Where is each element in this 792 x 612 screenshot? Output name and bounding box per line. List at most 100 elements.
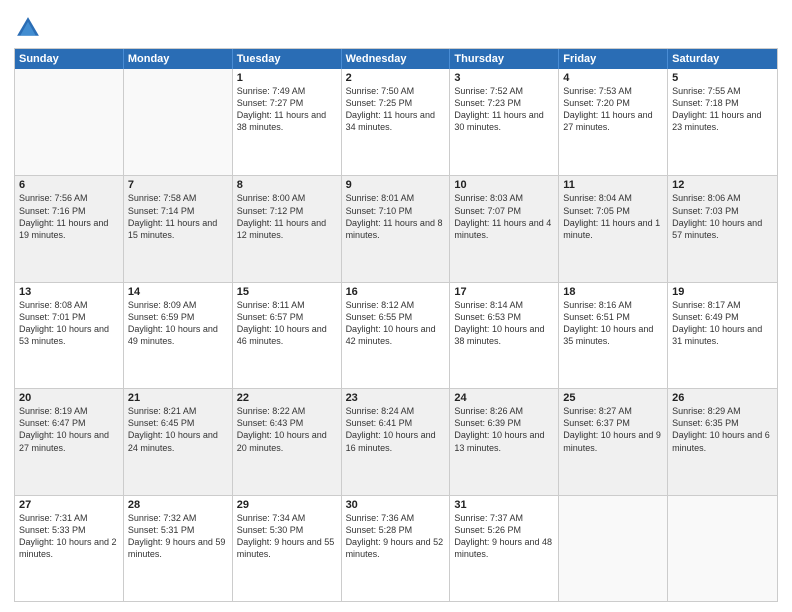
day-number: 24 bbox=[454, 392, 554, 404]
calendar-cell: 17Sunrise: 8:14 AM Sunset: 6:53 PM Dayli… bbox=[450, 283, 559, 388]
calendar-row: 13Sunrise: 8:08 AM Sunset: 7:01 PM Dayli… bbox=[15, 282, 777, 388]
cell-info: Sunrise: 8:09 AM Sunset: 6:59 PM Dayligh… bbox=[128, 299, 228, 348]
calendar-cell: 6Sunrise: 7:56 AM Sunset: 7:16 PM Daylig… bbox=[15, 176, 124, 281]
day-number: 26 bbox=[672, 392, 773, 404]
cell-info: Sunrise: 8:01 AM Sunset: 7:10 PM Dayligh… bbox=[346, 192, 446, 241]
day-number: 29 bbox=[237, 499, 337, 511]
calendar-cell: 23Sunrise: 8:24 AM Sunset: 6:41 PM Dayli… bbox=[342, 389, 451, 494]
day-number: 9 bbox=[346, 179, 446, 191]
calendar-cell: 14Sunrise: 8:09 AM Sunset: 6:59 PM Dayli… bbox=[124, 283, 233, 388]
day-number: 19 bbox=[672, 286, 773, 298]
calendar-cell: 16Sunrise: 8:12 AM Sunset: 6:55 PM Dayli… bbox=[342, 283, 451, 388]
logo-icon bbox=[14, 14, 42, 42]
calendar-cell: 21Sunrise: 8:21 AM Sunset: 6:45 PM Dayli… bbox=[124, 389, 233, 494]
cell-info: Sunrise: 8:08 AM Sunset: 7:01 PM Dayligh… bbox=[19, 299, 119, 348]
cell-info: Sunrise: 8:11 AM Sunset: 6:57 PM Dayligh… bbox=[237, 299, 337, 348]
day-number: 10 bbox=[454, 179, 554, 191]
calendar-cell: 7Sunrise: 7:58 AM Sunset: 7:14 PM Daylig… bbox=[124, 176, 233, 281]
cell-info: Sunrise: 8:17 AM Sunset: 6:49 PM Dayligh… bbox=[672, 299, 773, 348]
calendar-row: 20Sunrise: 8:19 AM Sunset: 6:47 PM Dayli… bbox=[15, 388, 777, 494]
cell-info: Sunrise: 8:29 AM Sunset: 6:35 PM Dayligh… bbox=[672, 405, 773, 454]
calendar-cell: 11Sunrise: 8:04 AM Sunset: 7:05 PM Dayli… bbox=[559, 176, 668, 281]
calendar-cell: 27Sunrise: 7:31 AM Sunset: 5:33 PM Dayli… bbox=[15, 496, 124, 601]
calendar-cell: 10Sunrise: 8:03 AM Sunset: 7:07 PM Dayli… bbox=[450, 176, 559, 281]
day-number: 7 bbox=[128, 179, 228, 191]
day-number: 23 bbox=[346, 392, 446, 404]
cell-info: Sunrise: 7:50 AM Sunset: 7:25 PM Dayligh… bbox=[346, 85, 446, 134]
calendar-cell: 22Sunrise: 8:22 AM Sunset: 6:43 PM Dayli… bbox=[233, 389, 342, 494]
calendar-row: 27Sunrise: 7:31 AM Sunset: 5:33 PM Dayli… bbox=[15, 495, 777, 601]
calendar-cell: 31Sunrise: 7:37 AM Sunset: 5:26 PM Dayli… bbox=[450, 496, 559, 601]
day-number: 18 bbox=[563, 286, 663, 298]
cell-info: Sunrise: 8:26 AM Sunset: 6:39 PM Dayligh… bbox=[454, 405, 554, 454]
calendar-cell: 15Sunrise: 8:11 AM Sunset: 6:57 PM Dayli… bbox=[233, 283, 342, 388]
day-number: 12 bbox=[672, 179, 773, 191]
day-number: 8 bbox=[237, 179, 337, 191]
logo bbox=[14, 14, 46, 42]
weekday-header: Friday bbox=[559, 49, 668, 69]
calendar-cell: 18Sunrise: 8:16 AM Sunset: 6:51 PM Dayli… bbox=[559, 283, 668, 388]
day-number: 28 bbox=[128, 499, 228, 511]
cell-info: Sunrise: 7:34 AM Sunset: 5:30 PM Dayligh… bbox=[237, 512, 337, 561]
calendar-cell: 12Sunrise: 8:06 AM Sunset: 7:03 PM Dayli… bbox=[668, 176, 777, 281]
calendar-page: SundayMondayTuesdayWednesdayThursdayFrid… bbox=[0, 0, 792, 612]
calendar-body: 1Sunrise: 7:49 AM Sunset: 7:27 PM Daylig… bbox=[15, 69, 777, 601]
calendar-cell bbox=[668, 496, 777, 601]
day-number: 20 bbox=[19, 392, 119, 404]
cell-info: Sunrise: 8:00 AM Sunset: 7:12 PM Dayligh… bbox=[237, 192, 337, 241]
cell-info: Sunrise: 8:16 AM Sunset: 6:51 PM Dayligh… bbox=[563, 299, 663, 348]
calendar-cell: 28Sunrise: 7:32 AM Sunset: 5:31 PM Dayli… bbox=[124, 496, 233, 601]
weekday-header: Monday bbox=[124, 49, 233, 69]
calendar-cell bbox=[15, 69, 124, 175]
cell-info: Sunrise: 7:55 AM Sunset: 7:18 PM Dayligh… bbox=[672, 85, 773, 134]
calendar-cell: 3Sunrise: 7:52 AM Sunset: 7:23 PM Daylig… bbox=[450, 69, 559, 175]
cell-info: Sunrise: 7:56 AM Sunset: 7:16 PM Dayligh… bbox=[19, 192, 119, 241]
calendar-cell: 4Sunrise: 7:53 AM Sunset: 7:20 PM Daylig… bbox=[559, 69, 668, 175]
calendar-row: 1Sunrise: 7:49 AM Sunset: 7:27 PM Daylig… bbox=[15, 69, 777, 175]
weekday-header: Wednesday bbox=[342, 49, 451, 69]
cell-info: Sunrise: 7:49 AM Sunset: 7:27 PM Dayligh… bbox=[237, 85, 337, 134]
day-number: 31 bbox=[454, 499, 554, 511]
calendar-cell: 30Sunrise: 7:36 AM Sunset: 5:28 PM Dayli… bbox=[342, 496, 451, 601]
weekday-header: Tuesday bbox=[233, 49, 342, 69]
day-number: 5 bbox=[672, 72, 773, 84]
cell-info: Sunrise: 8:03 AM Sunset: 7:07 PM Dayligh… bbox=[454, 192, 554, 241]
day-number: 25 bbox=[563, 392, 663, 404]
calendar: SundayMondayTuesdayWednesdayThursdayFrid… bbox=[14, 48, 778, 602]
calendar-cell bbox=[124, 69, 233, 175]
day-number: 13 bbox=[19, 286, 119, 298]
cell-info: Sunrise: 8:21 AM Sunset: 6:45 PM Dayligh… bbox=[128, 405, 228, 454]
cell-info: Sunrise: 7:37 AM Sunset: 5:26 PM Dayligh… bbox=[454, 512, 554, 561]
calendar-cell: 5Sunrise: 7:55 AM Sunset: 7:18 PM Daylig… bbox=[668, 69, 777, 175]
calendar-cell: 9Sunrise: 8:01 AM Sunset: 7:10 PM Daylig… bbox=[342, 176, 451, 281]
day-number: 1 bbox=[237, 72, 337, 84]
day-number: 3 bbox=[454, 72, 554, 84]
calendar-cell: 13Sunrise: 8:08 AM Sunset: 7:01 PM Dayli… bbox=[15, 283, 124, 388]
day-number: 16 bbox=[346, 286, 446, 298]
weekday-header: Saturday bbox=[668, 49, 777, 69]
page-header bbox=[14, 10, 778, 42]
cell-info: Sunrise: 7:58 AM Sunset: 7:14 PM Dayligh… bbox=[128, 192, 228, 241]
calendar-cell: 29Sunrise: 7:34 AM Sunset: 5:30 PM Dayli… bbox=[233, 496, 342, 601]
calendar-cell: 19Sunrise: 8:17 AM Sunset: 6:49 PM Dayli… bbox=[668, 283, 777, 388]
cell-info: Sunrise: 7:36 AM Sunset: 5:28 PM Dayligh… bbox=[346, 512, 446, 561]
day-number: 27 bbox=[19, 499, 119, 511]
day-number: 4 bbox=[563, 72, 663, 84]
cell-info: Sunrise: 8:06 AM Sunset: 7:03 PM Dayligh… bbox=[672, 192, 773, 241]
weekday-header: Sunday bbox=[15, 49, 124, 69]
cell-info: Sunrise: 8:12 AM Sunset: 6:55 PM Dayligh… bbox=[346, 299, 446, 348]
cell-info: Sunrise: 7:53 AM Sunset: 7:20 PM Dayligh… bbox=[563, 85, 663, 134]
calendar-header: SundayMondayTuesdayWednesdayThursdayFrid… bbox=[15, 49, 777, 69]
day-number: 11 bbox=[563, 179, 663, 191]
day-number: 21 bbox=[128, 392, 228, 404]
calendar-cell: 24Sunrise: 8:26 AM Sunset: 6:39 PM Dayli… bbox=[450, 389, 559, 494]
cell-info: Sunrise: 7:31 AM Sunset: 5:33 PM Dayligh… bbox=[19, 512, 119, 561]
day-number: 14 bbox=[128, 286, 228, 298]
cell-info: Sunrise: 8:24 AM Sunset: 6:41 PM Dayligh… bbox=[346, 405, 446, 454]
calendar-cell: 26Sunrise: 8:29 AM Sunset: 6:35 PM Dayli… bbox=[668, 389, 777, 494]
cell-info: Sunrise: 7:32 AM Sunset: 5:31 PM Dayligh… bbox=[128, 512, 228, 561]
calendar-cell: 25Sunrise: 8:27 AM Sunset: 6:37 PM Dayli… bbox=[559, 389, 668, 494]
calendar-cell bbox=[559, 496, 668, 601]
cell-info: Sunrise: 8:22 AM Sunset: 6:43 PM Dayligh… bbox=[237, 405, 337, 454]
weekday-header: Thursday bbox=[450, 49, 559, 69]
